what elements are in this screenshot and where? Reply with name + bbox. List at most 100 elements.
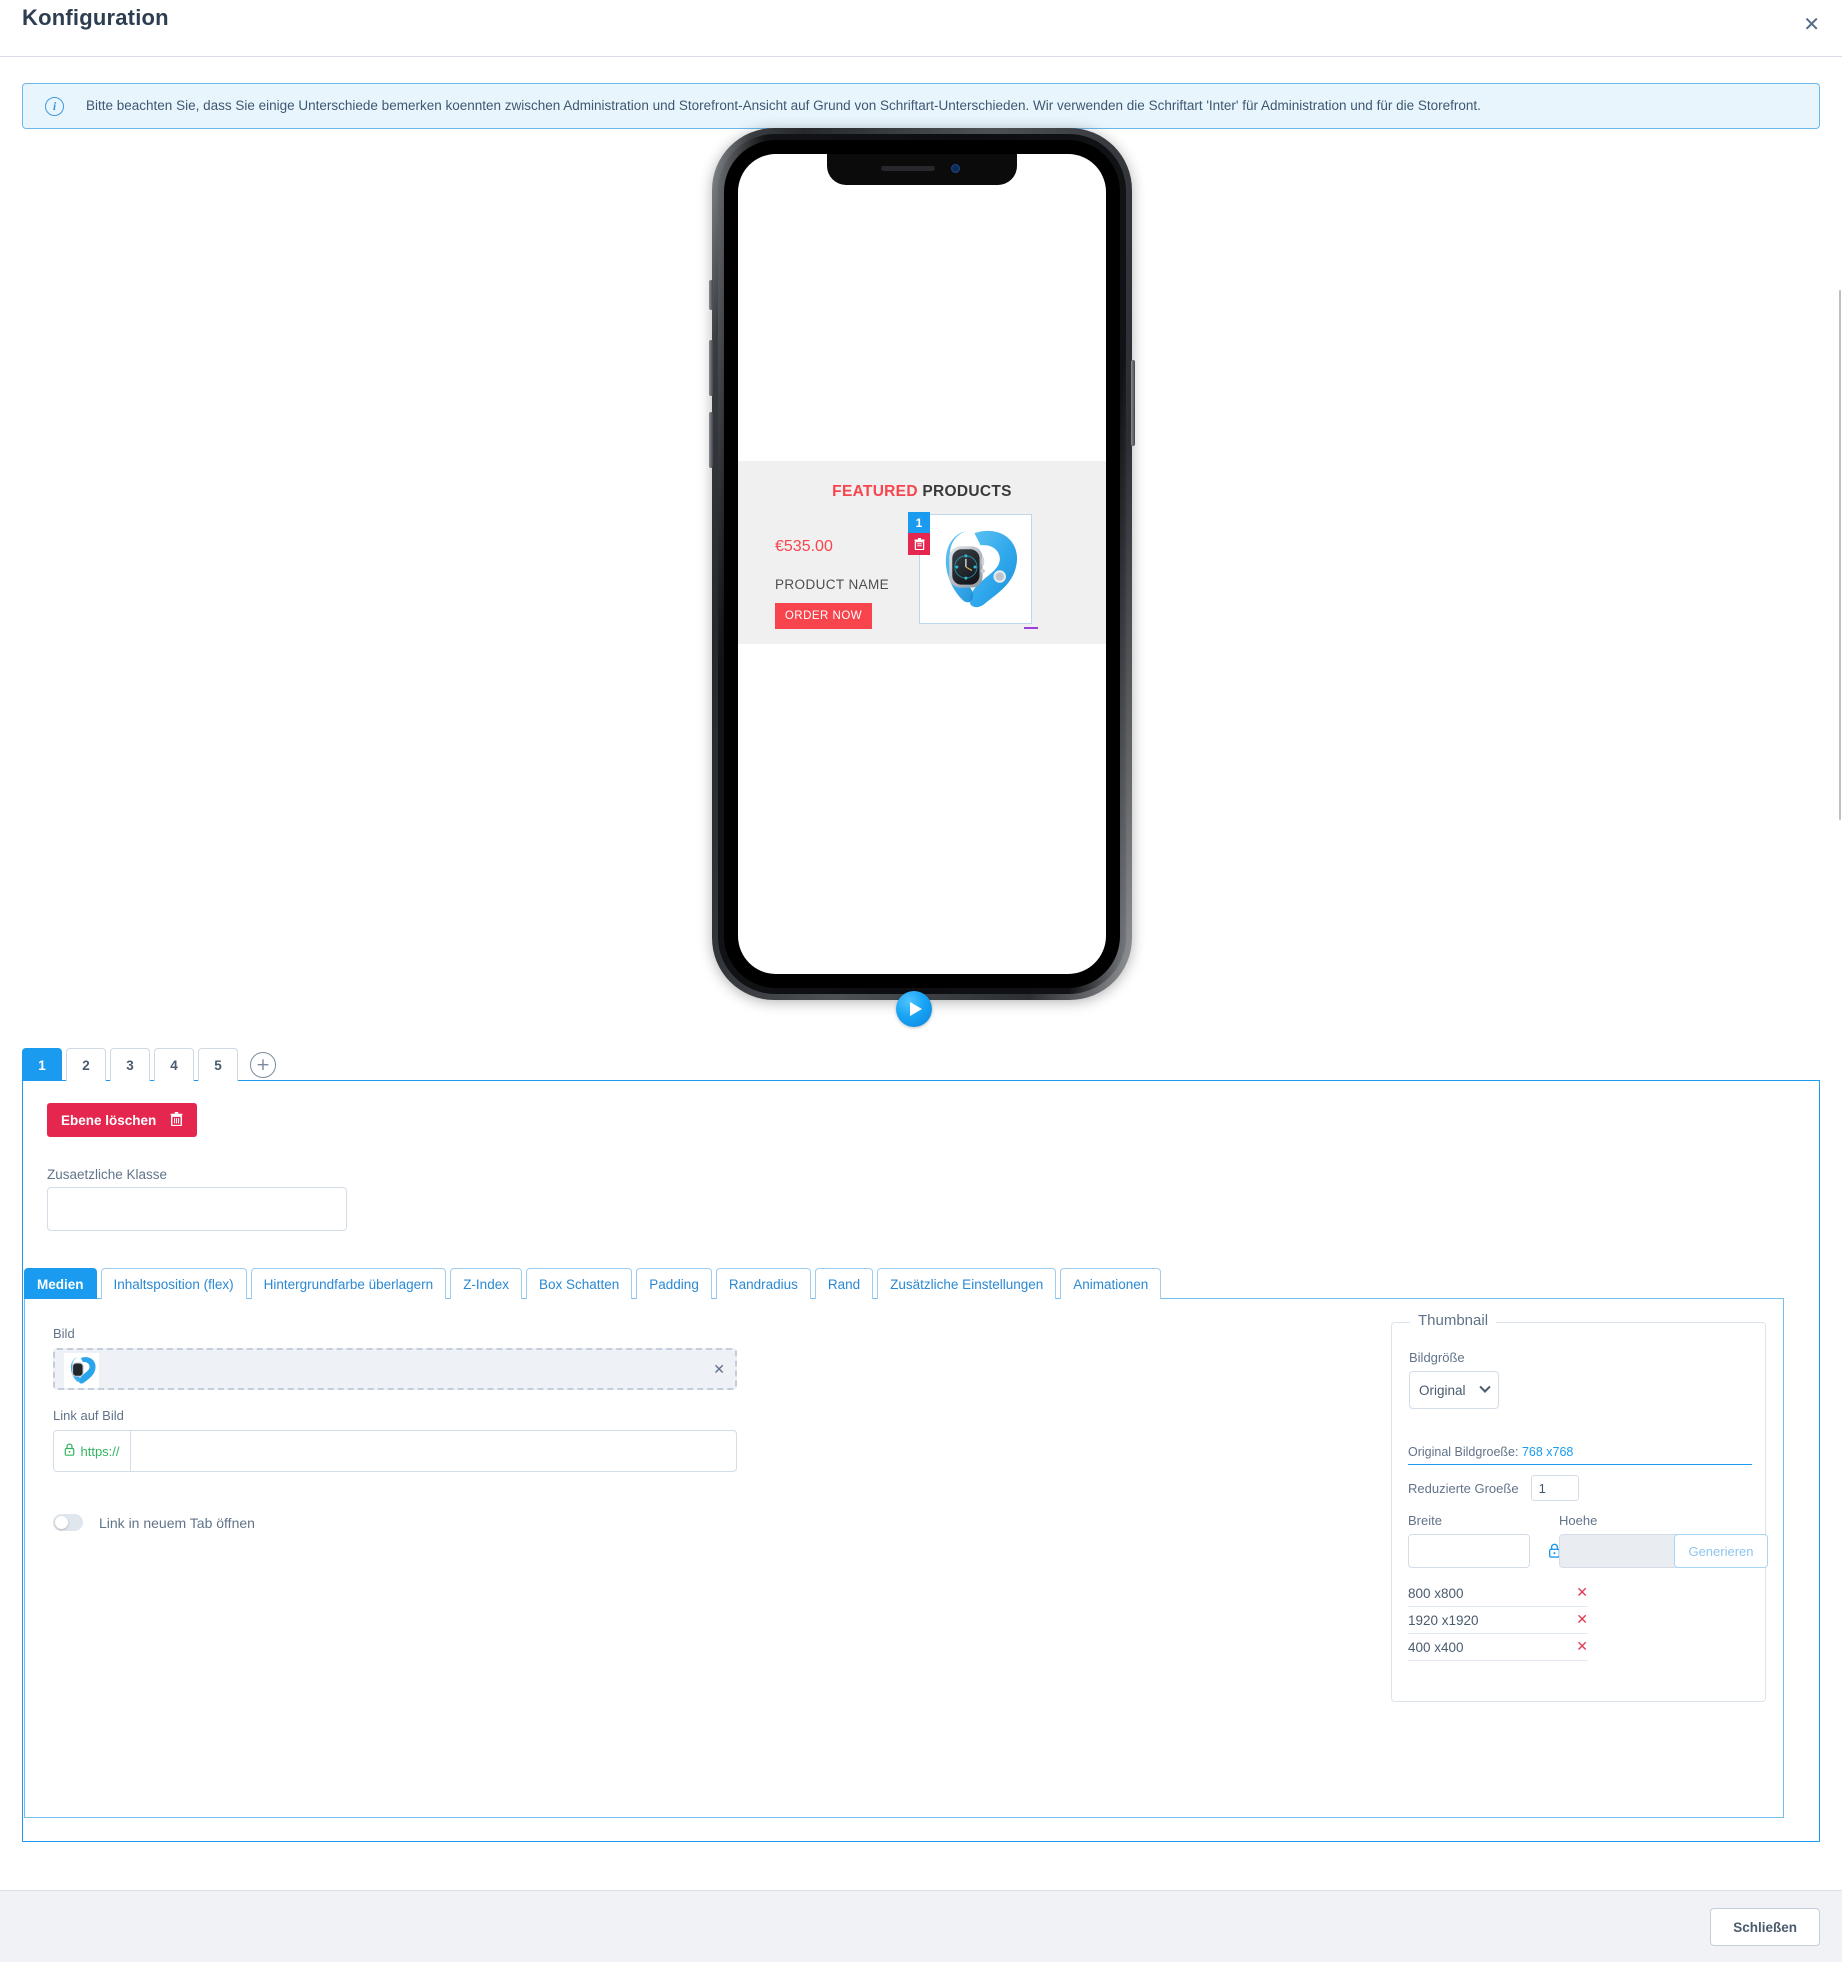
tab-randradius[interactable]: Randradius	[715, 1268, 811, 1299]
image-thumbnail	[64, 1353, 99, 1388]
link-prefix: https://	[54, 1431, 131, 1471]
open-in-new-tab-toggle[interactable]	[53, 1514, 83, 1531]
layer-tab-1[interactable]: 1	[22, 1048, 62, 1081]
tab-padding[interactable]: Padding	[636, 1268, 712, 1299]
delete-layer-label: Ebene löschen	[61, 1112, 157, 1128]
image-link-input[interactable]	[131, 1431, 736, 1471]
info-alert-text: Bitte beachten Sie, dass Sie einige Unte…	[86, 98, 1481, 114]
featured-products-title-highlight: FEATURED	[832, 483, 918, 500]
element-resize-handle[interactable]	[1024, 627, 1038, 629]
generated-sizes-list: 800 x800 ✕ 1920 x1920 ✕ 400 x400 ✕	[1408, 1580, 1588, 1661]
medien-panel: Bild ✕ Link auf Bild https:// Link in ne…	[24, 1298, 1784, 1818]
width-label: Breite	[1408, 1513, 1442, 1528]
open-in-new-tab-label: Link in neuem Tab öffnen	[99, 1514, 255, 1531]
tab-inhaltsposition[interactable]: Inhaltsposition (flex)	[100, 1268, 247, 1299]
order-now-button[interactable]: ORDER NOW	[775, 603, 872, 629]
modal-header: Konfiguration ✕	[0, 0, 1842, 57]
reduced-size-row: Reduzierte Groeße	[1408, 1475, 1579, 1501]
featured-products-title-rest: PRODUCTS	[922, 483, 1012, 500]
image-link-group: https://	[53, 1430, 737, 1472]
new-tab-toggle-row: Link in neuem Tab öffnen	[53, 1514, 255, 1531]
phone-speaker	[881, 166, 935, 171]
remove-size-icon[interactable]: ✕	[1576, 1585, 1588, 1601]
style-tab-bar: Medien Inhaltsposition (flex) Hintergrun…	[24, 1268, 1162, 1299]
smartwatch-image	[945, 530, 1018, 608]
size-label: 400 x400	[1408, 1639, 1464, 1655]
image-size-value: Original	[1419, 1382, 1466, 1398]
original-image-size: Original Bildgroeße: 768 x768	[1408, 1445, 1752, 1465]
image-upload-field[interactable]: ✕	[53, 1348, 737, 1390]
original-image-size-value: 768 x768	[1521, 1445, 1574, 1459]
generate-button[interactable]: Generieren	[1674, 1534, 1768, 1568]
tab-medien[interactable]: Medien	[24, 1268, 97, 1299]
tab-rand[interactable]: Rand	[814, 1268, 874, 1299]
phone-volume-up-button	[709, 340, 713, 396]
element-index-badge[interactable]: 1	[908, 512, 930, 533]
phone-notch	[827, 154, 1017, 185]
remove-size-icon[interactable]: ✕	[1576, 1612, 1588, 1628]
width-input[interactable]	[1408, 1534, 1530, 1568]
page-scrollbar[interactable]	[1839, 290, 1841, 820]
featured-products-card: FEATURED PRODUCTS €535.00 PRODUCT NAME O…	[738, 461, 1106, 644]
layer-tab-5[interactable]: 5	[198, 1048, 238, 1081]
close-icon[interactable]: ✕	[1803, 14, 1820, 34]
phone-front-camera	[951, 164, 960, 173]
image-size-label: Bildgröße	[1409, 1350, 1465, 1365]
reduced-size-input[interactable]	[1530, 1475, 1579, 1501]
thumbnail-fieldset: Thumbnail Bildgröße Original Original Bi…	[1391, 1312, 1768, 1702]
element-badges: 1	[908, 512, 930, 555]
product-price: €535.00	[775, 538, 833, 555]
page-title: Konfiguration	[22, 5, 169, 30]
link-prefix-label: https://	[80, 1443, 120, 1459]
image-link-label: Link auf Bild	[53, 1408, 124, 1423]
phone-power-button	[1131, 360, 1135, 446]
reduced-size-label: Reduzierte Groeße	[1408, 1480, 1519, 1496]
product-image-box[interactable]	[919, 514, 1032, 624]
tab-animationen[interactable]: Animationen	[1060, 1268, 1162, 1299]
tab-z-index[interactable]: Z-Index	[450, 1268, 522, 1299]
product-name: PRODUCT NAME	[775, 577, 890, 592]
size-label: 1920 x1920	[1408, 1612, 1479, 1628]
additional-class-input[interactable]	[47, 1187, 347, 1231]
info-alert: i Bitte beachten Sie, dass Sie einige Un…	[22, 83, 1820, 129]
tab-hintergrundfarbe[interactable]: Hintergrundfarbe überlagern	[250, 1268, 447, 1299]
layer-tab-bar: 1 2 3 4 5 +	[22, 1048, 276, 1081]
original-image-size-label: Original Bildgroeße:	[1408, 1445, 1519, 1459]
layer-tab-4[interactable]: 4	[154, 1048, 194, 1081]
trash-icon[interactable]	[908, 533, 930, 555]
height-label: Hoehe	[1559, 1513, 1598, 1528]
phone-screen: FEATURED PRODUCTS €535.00 PRODUCT NAME O…	[738, 154, 1106, 974]
trash-icon	[170, 1111, 183, 1129]
close-button[interactable]: Schließen	[1710, 1908, 1820, 1946]
iphone-mockup: FEATURED PRODUCTS €535.00 PRODUCT NAME O…	[709, 128, 1135, 1000]
layer-tab-2[interactable]: 2	[66, 1048, 106, 1081]
height-input[interactable]	[1559, 1534, 1681, 1568]
delete-layer-button[interactable]: Ebene löschen	[47, 1103, 198, 1137]
lock-icon	[64, 1443, 75, 1459]
thumbnail-legend: Thumbnail	[1410, 1312, 1497, 1329]
size-row: 400 x400 ✕	[1408, 1634, 1588, 1661]
size-row: 1920 x1920 ✕	[1408, 1607, 1588, 1634]
phone-volume-down-button	[709, 412, 713, 468]
layer-tab-3[interactable]: 3	[110, 1048, 150, 1081]
tab-zusaetzliche-einstellungen[interactable]: Zusätzliche Einstellungen	[877, 1268, 1057, 1299]
modal-footer: Schließen	[0, 1890, 1842, 1962]
size-label: 800 x800	[1408, 1585, 1464, 1601]
play-icon[interactable]	[896, 991, 932, 1027]
size-row: 800 x800 ✕	[1408, 1580, 1588, 1607]
image-size-select[interactable]: Original	[1409, 1371, 1499, 1409]
info-icon: i	[45, 96, 64, 116]
image-field-label: Bild	[53, 1326, 75, 1341]
tab-box-schatten[interactable]: Box Schatten	[525, 1268, 633, 1299]
remove-image-icon[interactable]: ✕	[713, 1362, 725, 1378]
configuration-modal: Konfiguration ✕ i Bitte beachten Sie, da…	[0, 0, 1842, 1962]
chevron-down-icon	[1479, 1381, 1491, 1393]
storefront-preview: FEATURED PRODUCTS €535.00 PRODUCT NAME O…	[0, 128, 1842, 1040]
phone-mute-button	[709, 280, 713, 310]
additional-class-label: Zusaetzliche Klasse	[47, 1167, 168, 1182]
toggle-knob	[55, 1516, 68, 1529]
add-layer-icon[interactable]: +	[250, 1052, 276, 1078]
play-triangle	[909, 1002, 922, 1016]
featured-products-title: FEATURED PRODUCTS	[738, 483, 1106, 501]
remove-size-icon[interactable]: ✕	[1576, 1639, 1588, 1655]
